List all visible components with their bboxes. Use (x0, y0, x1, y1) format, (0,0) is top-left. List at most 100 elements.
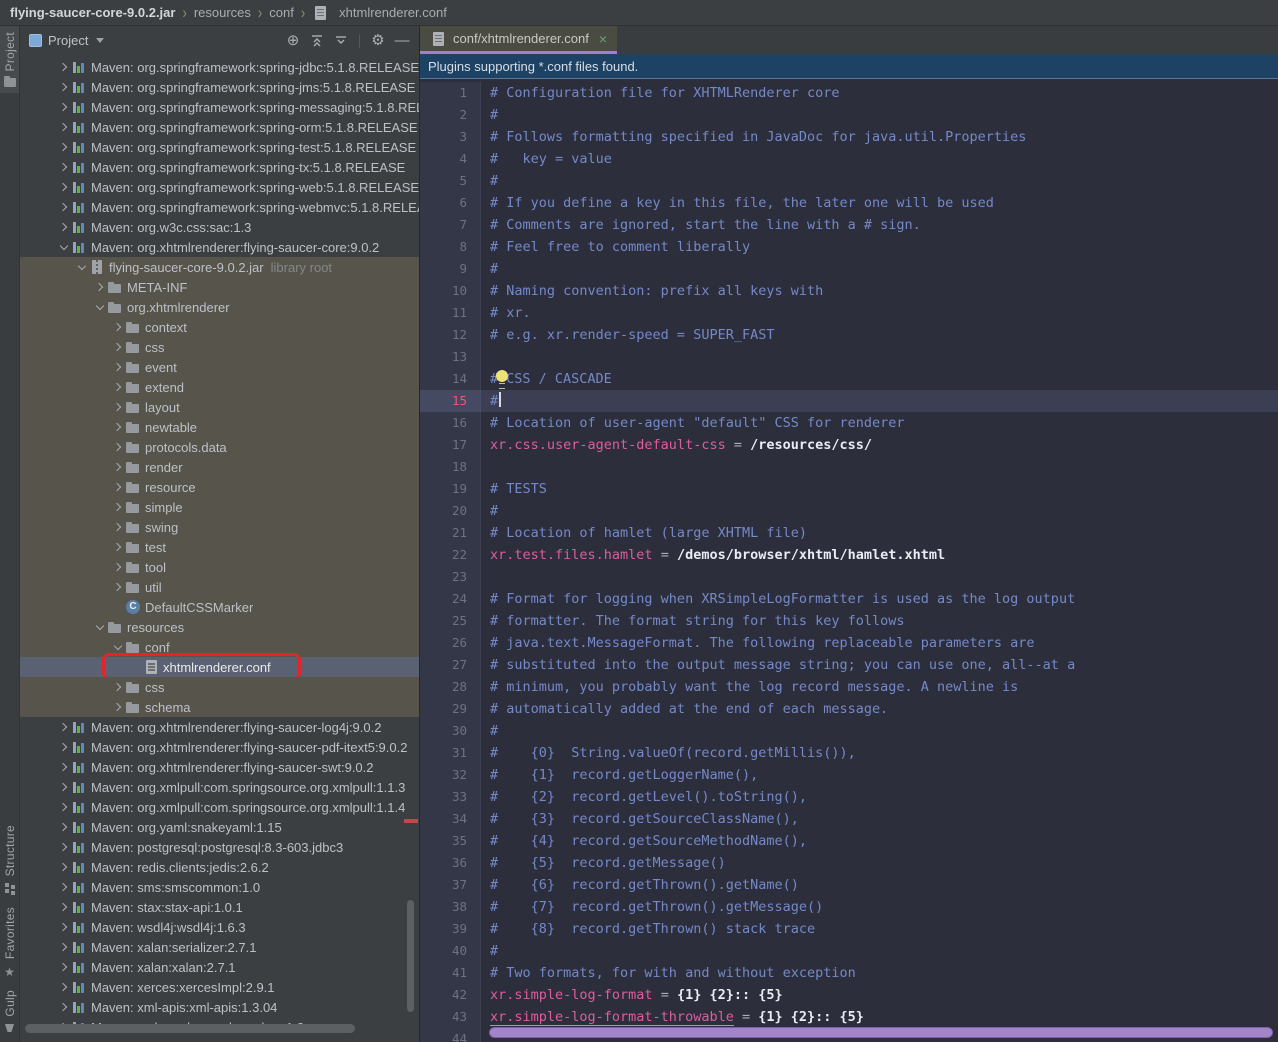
chevron-right-icon[interactable] (56, 184, 71, 190)
tree-item-maven-xml-apis-xml-apis-1-3-04[interactable]: Maven: xml-apis:xml-apis:1.3.04 (20, 997, 419, 1017)
chevron-right-icon[interactable] (56, 784, 71, 790)
code-line[interactable]: 12# e.g. xr.render-speed = SUPER_FAST (420, 324, 1278, 346)
chevron-down-icon[interactable] (56, 246, 71, 249)
project-horizontal-scrollbar[interactable] (25, 1024, 355, 1033)
chevron-right-icon[interactable] (56, 124, 71, 130)
tree-item-css[interactable]: css (20, 337, 419, 357)
code-line[interactable]: 11# xr. (420, 302, 1278, 324)
tree-item-resources[interactable]: resources (20, 617, 419, 637)
code-line[interactable]: 34# {3} record.getSourceClassName(), (420, 808, 1278, 830)
expand-all-icon[interactable] (308, 34, 326, 48)
tree-item-layout[interactable]: layout (20, 397, 419, 417)
code-line[interactable]: 8# Feel free to comment liberally (420, 236, 1278, 258)
chevron-right-icon[interactable] (110, 524, 125, 530)
chevron-right-icon[interactable] (92, 284, 107, 290)
tree-item-maven-org-springframework-spring-web-5-1[interactable]: Maven: org.springframework:spring-web:5.… (20, 177, 419, 197)
chevron-right-icon[interactable] (56, 204, 71, 210)
tree-item-maven-org-yaml-snakeyaml-1-15[interactable]: Maven: org.yaml:snakeyaml:1.15 (20, 817, 419, 837)
chevron-right-icon[interactable] (110, 404, 125, 410)
code-line[interactable]: 18 (420, 456, 1278, 478)
tree-item-simple[interactable]: simple (20, 497, 419, 517)
code-line[interactable]: 10# Naming convention: prefix all keys w… (420, 280, 1278, 302)
tree-item-maven-xalan-xalan-2-7-1[interactable]: Maven: xalan:xalan:2.7.1 (20, 957, 419, 977)
tree-item-maven-org-xmlpull-com-springsource-org-x[interactable]: Maven: org.xmlpull:com.springsource.org.… (20, 797, 419, 817)
code-line[interactable]: 31# {0} String.valueOf(record.getMillis(… (420, 742, 1278, 764)
code-line[interactable]: 15# (420, 390, 1278, 412)
tree-item-maven-org-xhtmlrenderer-flying-saucer-sw[interactable]: Maven: org.xhtmlrenderer:flying-saucer-s… (20, 757, 419, 777)
chevron-right-icon[interactable] (110, 424, 125, 430)
code-line[interactable]: 30# (420, 720, 1278, 742)
tree-item-conf[interactable]: conf (20, 637, 419, 657)
code-line[interactable]: 20# (420, 500, 1278, 522)
code-line[interactable]: 5# (420, 170, 1278, 192)
code-line[interactable]: 9# (420, 258, 1278, 280)
breadcrumb-segment[interactable]: conf (269, 5, 294, 20)
code-line[interactable]: 1# Configuration file for XHTMLRenderer … (420, 82, 1278, 104)
tree-item-tool[interactable]: tool (20, 557, 419, 577)
tree-item-render[interactable]: render (20, 457, 419, 477)
tree-item-maven-postgresql-postgresql-8-3-603-jdbc[interactable]: Maven: postgresql:postgresql:8.3-603.jdb… (20, 837, 419, 857)
tree-item-maven-org-xmlpull-com-springsource-org-x[interactable]: Maven: org.xmlpull:com.springsource.org.… (20, 777, 419, 797)
code-line[interactable]: 13 (420, 346, 1278, 368)
chevron-right-icon[interactable] (56, 844, 71, 850)
chevron-down-icon[interactable] (74, 266, 89, 269)
locate-icon[interactable]: ⊕ (284, 33, 302, 49)
chevron-right-icon[interactable] (56, 964, 71, 970)
chevron-right-icon[interactable] (56, 144, 71, 150)
chevron-right-icon[interactable] (110, 504, 125, 510)
code-line[interactable]: 16# Location of user-agent "default" CSS… (420, 412, 1278, 434)
chevron-right-icon[interactable] (56, 924, 71, 930)
code-line[interactable]: 19# TESTS (420, 478, 1278, 500)
code-line[interactable]: 22xr.test.files.hamlet = /demos/browser/… (420, 544, 1278, 566)
chevron-down-icon[interactable] (96, 38, 104, 43)
tree-item-flying-saucer-core-9-0-2-jar[interactable]: flying-saucer-core-9.0.2.jarlibrary root (20, 257, 419, 277)
chevron-right-icon[interactable] (110, 364, 125, 370)
code-line[interactable]: 3# Follows formatting specified in JavaD… (420, 126, 1278, 148)
code-line[interactable]: 39# {8} record.getThrown() stack trace (420, 918, 1278, 940)
chevron-down-icon[interactable] (110, 646, 125, 649)
chevron-right-icon[interactable] (110, 344, 125, 350)
breadcrumb-segment[interactable]: xhtmlrenderer.conf (339, 5, 447, 20)
tree-item-event[interactable]: event (20, 357, 419, 377)
chevron-down-icon[interactable] (92, 306, 107, 309)
tool-tab-project[interactable]: Project (0, 26, 19, 93)
tree-item-maven-org-springframework-spring-jms-5-1[interactable]: Maven: org.springframework:spring-jms:5.… (20, 77, 419, 97)
code-line[interactable]: 23 (420, 566, 1278, 588)
tree-item-protocols-data[interactable]: protocols.data (20, 437, 419, 457)
tree-item-org-xhtmlrenderer[interactable]: org.xhtmlrenderer (20, 297, 419, 317)
chevron-right-icon[interactable] (56, 824, 71, 830)
code-line[interactable]: 41# Two formats, for with and without ex… (420, 962, 1278, 984)
settings-gear-icon[interactable]: ⚙ (369, 33, 387, 49)
chevron-right-icon[interactable] (56, 64, 71, 70)
chevron-right-icon[interactable] (110, 384, 125, 390)
code-line[interactable]: 24# Format for logging when XRSimpleLogF… (420, 588, 1278, 610)
tree-item-maven-org-springframework-spring-messagi[interactable]: Maven: org.springframework:spring-messag… (20, 97, 419, 117)
tree-item-extend[interactable]: extend (20, 377, 419, 397)
breadcrumb-segment[interactable]: resources (194, 5, 251, 20)
chevron-right-icon[interactable] (56, 944, 71, 950)
tab-close-icon[interactable]: × (599, 32, 607, 46)
chevron-right-icon[interactable] (56, 84, 71, 90)
collapse-all-icon[interactable] (332, 34, 350, 48)
code-line[interactable]: 32# {1} record.getLoggerName(), (420, 764, 1278, 786)
chevron-right-icon[interactable] (110, 584, 125, 590)
tree-item-defaultcssmarker[interactable]: DefaultCSSMarker (20, 597, 419, 617)
chevron-right-icon[interactable] (56, 724, 71, 730)
project-vertical-scrollbar[interactable] (407, 900, 414, 1012)
chevron-right-icon[interactable] (110, 544, 125, 550)
tree-item-maven-xerces-xercesimpl-2-9-1[interactable]: Maven: xerces:xercesImpl:2.9.1 (20, 977, 419, 997)
tree-item-maven-sms-smscommon-1-0[interactable]: Maven: sms:smscommon:1.0 (20, 877, 419, 897)
code-line[interactable]: 38# {7} record.getThrown().getMessage() (420, 896, 1278, 918)
tree-item-maven-org-xhtmlrenderer-flying-saucer-co[interactable]: Maven: org.xhtmlrenderer:flying-saucer-c… (20, 237, 419, 257)
chevron-right-icon[interactable] (110, 564, 125, 570)
code-line[interactable]: 21# Location of hamlet (large XHTML file… (420, 522, 1278, 544)
chevron-right-icon[interactable] (56, 804, 71, 810)
chevron-right-icon[interactable] (56, 764, 71, 770)
tree-item-swing[interactable]: swing (20, 517, 419, 537)
code-line[interactable]: 35# {4} record.getSourceMethodName(), (420, 830, 1278, 852)
code-line[interactable]: 40# (420, 940, 1278, 962)
code-line[interactable]: 29# automatically added at the end of ea… (420, 698, 1278, 720)
tree-item-maven-org-springframework-spring-orm-5-1[interactable]: Maven: org.springframework:spring-orm:5.… (20, 117, 419, 137)
tree-item-resource[interactable]: resource (20, 477, 419, 497)
tree-item-util[interactable]: util (20, 577, 419, 597)
